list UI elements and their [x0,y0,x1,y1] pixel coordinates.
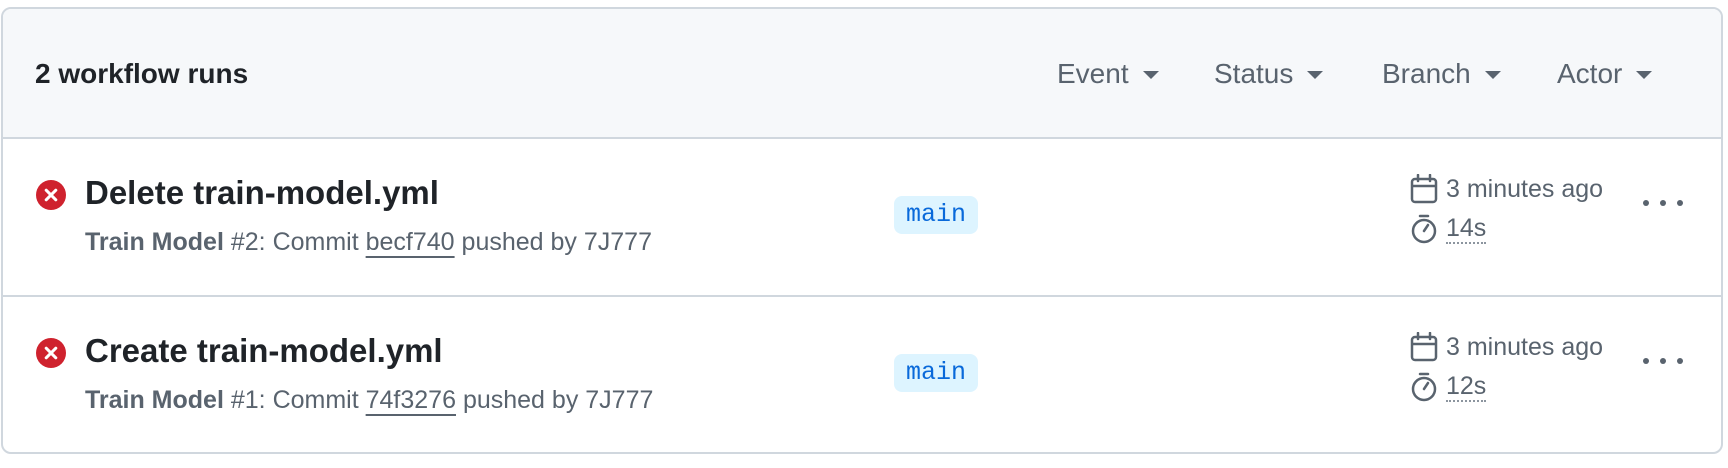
caret-down-icon [1307,71,1324,79]
run-duration: 12s [1410,372,1487,402]
run-actions-menu-button[interactable] [1643,183,1683,223]
kebab-dot [1660,358,1666,364]
x-circle-fill-icon [36,338,66,368]
duration: 12s [1446,372,1487,402]
caret-down-icon [1142,71,1159,79]
runs-count: 2 workflow runs [35,58,249,89]
filter-status-label: Status [1214,58,1294,89]
commit-prefix: : Commit [258,228,366,256]
commit-sha-link[interactable]: 74f3276 [366,386,456,414]
run-actions-menu-button[interactable] [1643,341,1683,381]
run-title-link[interactable]: Delete train-model.yml [85,173,439,213]
run-duration: 14s [1410,214,1487,244]
filter-event-label: Event [1057,58,1129,89]
calendar-icon [1410,332,1438,362]
filter-branch-label: Branch [1382,58,1471,89]
pushed-by: pushed by 7J777 [454,228,652,256]
kebab-dot [1677,200,1683,206]
run-number: #2 [230,228,259,256]
runs-header: 2 workflow runs Event Status Branch Acto… [3,9,1721,139]
caret-down-icon [1484,71,1501,79]
workflow-name: Train Model [85,386,224,414]
kebab-dot [1660,200,1666,206]
duration: 14s [1446,214,1487,244]
workflow-runs-box: 2 workflow runs Event Status Branch Acto… [1,7,1723,454]
filter-branch-dropdown[interactable]: Branch [1382,57,1501,91]
filter-status-dropdown[interactable]: Status [1214,57,1324,91]
x-circle-fill-icon [36,180,66,210]
commit-sha-link[interactable]: becf740 [366,228,455,256]
calendar-icon [1410,174,1438,204]
run-date: 3 minutes ago [1410,332,1603,362]
caret-down-icon [1636,71,1653,79]
kebab-dot [1677,358,1683,364]
kebab-dot [1643,200,1649,206]
branch-label[interactable]: main [894,196,979,234]
pushed-by: pushed by 7J777 [456,386,654,414]
filter-actor-dropdown[interactable]: Actor [1557,57,1653,91]
commit-prefix: : Commit [258,386,366,414]
branch-label[interactable]: main [894,354,979,392]
run-number: #1 [230,386,259,414]
time-ago: 3 minutes ago [1446,174,1604,203]
workflow-run-row: Delete train-model.yml Train Model #2: C… [3,139,1721,297]
kebab-dot [1643,358,1649,364]
stopwatch-icon [1411,214,1437,244]
workflow-name: Train Model [85,228,224,256]
run-title-link[interactable]: Create train-model.yml [85,331,443,371]
run-date: 3 minutes ago [1410,174,1603,204]
run-meta: Train Model #2: Commit becf740 pushed by… [85,226,652,258]
filter-event-dropdown[interactable]: Event [1057,57,1159,91]
workflow-run-row: Create train-model.yml Train Model #1: C… [3,297,1721,452]
stopwatch-icon [1411,372,1437,402]
time-ago: 3 minutes ago [1446,332,1604,361]
run-meta: Train Model #1: Commit 74f3276 pushed by… [85,384,653,416]
filter-actor-label: Actor [1557,58,1623,89]
